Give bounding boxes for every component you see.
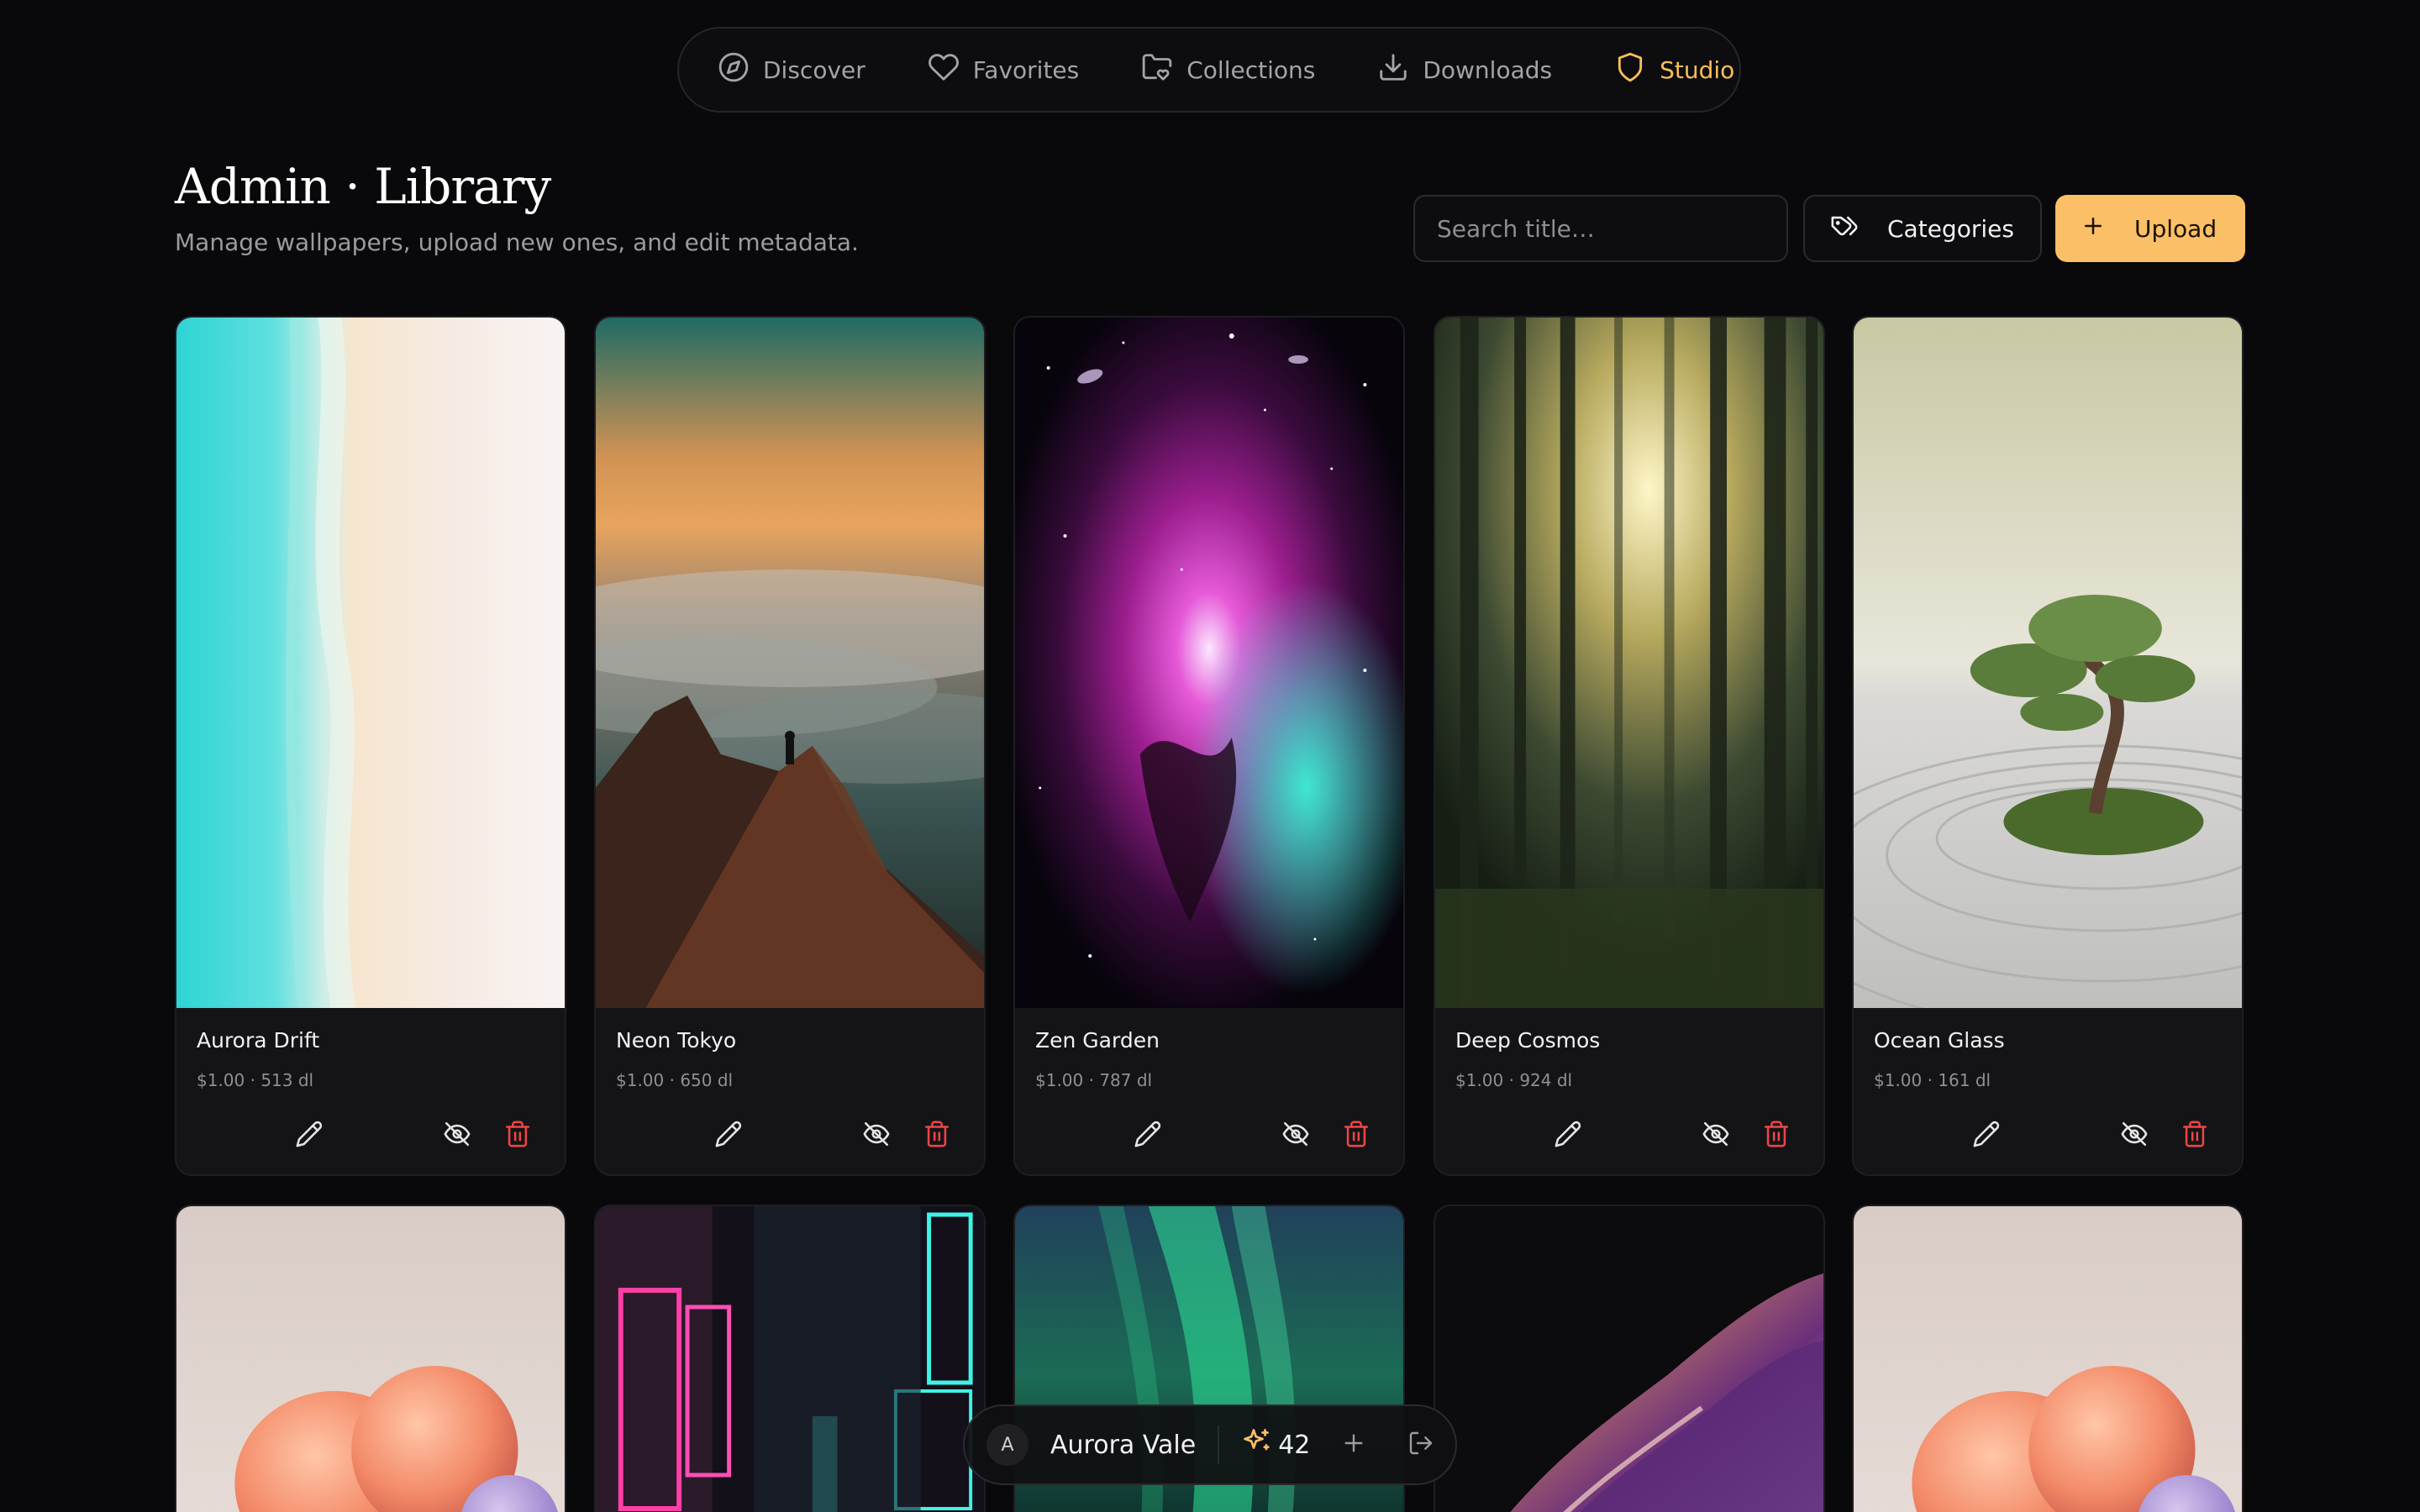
nav-label: Studio bbox=[1660, 55, 1735, 84]
download-icon bbox=[1377, 51, 1423, 89]
wallpaper-card[interactable]: Aurora Drift $1.00 · 513 dl bbox=[175, 316, 566, 1176]
plus-icon bbox=[2081, 213, 2134, 244]
upload-button[interactable]: Upload bbox=[2055, 195, 2245, 262]
wallpaper-thumbnail[interactable] bbox=[176, 318, 565, 1008]
delete-button[interactable] bbox=[1338, 1117, 1375, 1154]
edit-button[interactable] bbox=[291, 1117, 328, 1154]
credits-count: 42 bbox=[1278, 1430, 1311, 1460]
wallpaper-thumbnail[interactable] bbox=[1854, 1206, 2242, 1512]
wallpaper-thumbnail[interactable] bbox=[1435, 1206, 1823, 1512]
wallpaper-card[interactable] bbox=[1852, 1205, 2244, 1512]
eye-off-icon bbox=[2120, 1120, 2149, 1152]
logout-button[interactable] bbox=[1402, 1426, 1439, 1463]
logout-icon bbox=[1407, 1430, 1434, 1460]
hide-button[interactable] bbox=[439, 1117, 476, 1154]
edit-button[interactable] bbox=[1549, 1117, 1586, 1154]
hide-button[interactable] bbox=[858, 1117, 895, 1154]
edit-button[interactable] bbox=[1968, 1117, 2005, 1154]
folder-heart-icon bbox=[1141, 51, 1186, 89]
search-input[interactable] bbox=[1413, 195, 1788, 262]
delete-button[interactable] bbox=[2176, 1117, 2213, 1154]
user-bar: A Aurora Vale 42 bbox=[963, 1404, 1457, 1485]
wallpaper-thumbnail[interactable] bbox=[176, 1206, 565, 1512]
wallpaper-title: Deep Cosmos bbox=[1455, 1028, 1601, 1053]
trash-icon bbox=[1342, 1120, 1370, 1152]
pencil-icon bbox=[714, 1120, 743, 1152]
wallpaper-card[interactable] bbox=[1434, 1205, 1825, 1512]
pencil-icon bbox=[1972, 1120, 2001, 1152]
divider bbox=[1218, 1425, 1220, 1464]
avatar[interactable]: A bbox=[986, 1424, 1028, 1466]
eye-off-icon bbox=[862, 1120, 891, 1152]
wallpaper-thumbnail[interactable] bbox=[1015, 318, 1403, 1008]
wallpaper-meta: $1.00 · 513 dl bbox=[197, 1070, 314, 1090]
page-subtitle: Manage wallpapers, upload new ones, and … bbox=[175, 228, 859, 256]
hide-button[interactable] bbox=[1277, 1117, 1314, 1154]
edit-button[interactable] bbox=[1129, 1117, 1166, 1154]
compass-icon bbox=[718, 51, 763, 89]
top-nav: Discover Favorites Collections Downloads… bbox=[677, 27, 1741, 113]
wallpaper-meta: $1.00 · 161 dl bbox=[1874, 1070, 1991, 1090]
nav-item-discover[interactable]: Discover bbox=[718, 45, 865, 95]
wallpaper-card[interactable]: Zen Garden $1.00 · 787 dl bbox=[1013, 316, 1405, 1176]
trash-icon bbox=[1762, 1120, 1791, 1152]
sparkles-icon bbox=[1241, 1426, 1278, 1463]
delete-button[interactable] bbox=[499, 1117, 536, 1154]
eye-off-icon bbox=[1702, 1120, 1730, 1152]
plus-icon bbox=[1340, 1430, 1367, 1460]
nav-item-favorites[interactable]: Favorites bbox=[928, 45, 1079, 95]
wallpaper-card[interactable] bbox=[175, 1205, 566, 1512]
eye-off-icon bbox=[443, 1120, 471, 1152]
delete-button[interactable] bbox=[1758, 1117, 1795, 1154]
shield-icon bbox=[1614, 51, 1660, 89]
heart-icon bbox=[928, 51, 973, 89]
wallpaper-thumbnail[interactable] bbox=[1435, 318, 1823, 1008]
upload-label: Upload bbox=[2134, 214, 2217, 243]
user-name: Aurora Vale bbox=[1050, 1430, 1197, 1460]
nav-item-collections[interactable]: Collections bbox=[1141, 45, 1315, 95]
nav-label: Favorites bbox=[972, 55, 1080, 84]
delete-button[interactable] bbox=[918, 1117, 955, 1154]
wallpaper-card[interactable]: Ocean Glass $1.00 · 161 dl bbox=[1852, 316, 2244, 1176]
wallpaper-title: Zen Garden bbox=[1035, 1028, 1160, 1053]
pencil-icon bbox=[1134, 1120, 1162, 1152]
wallpaper-thumbnail[interactable] bbox=[596, 318, 984, 1008]
wallpaper-meta: $1.00 · 650 dl bbox=[616, 1070, 734, 1090]
credits-badge: 42 bbox=[1241, 1426, 1310, 1463]
edit-button[interactable] bbox=[710, 1117, 747, 1154]
tags-icon bbox=[1830, 212, 1887, 246]
nav-label: Collections bbox=[1186, 55, 1316, 84]
wallpaper-meta: $1.00 · 787 dl bbox=[1035, 1070, 1153, 1090]
wallpaper-card[interactable]: Neon Tokyo $1.00 · 650 dl bbox=[594, 316, 986, 1176]
wallpaper-thumbnail[interactable] bbox=[1854, 318, 2242, 1008]
wallpaper-card[interactable]: Deep Cosmos $1.00 · 924 dl bbox=[1434, 316, 1825, 1176]
page-title: Admin · Library bbox=[175, 158, 551, 215]
pencil-icon bbox=[295, 1120, 324, 1152]
nav-item-downloads[interactable]: Downloads bbox=[1377, 45, 1552, 95]
categories-button[interactable]: Categories bbox=[1803, 195, 2042, 262]
wallpaper-title: Aurora Drift bbox=[197, 1028, 320, 1053]
trash-icon bbox=[923, 1120, 951, 1152]
hide-button[interactable] bbox=[1697, 1117, 1734, 1154]
hide-button[interactable] bbox=[2116, 1117, 2153, 1154]
trash-icon bbox=[503, 1120, 532, 1152]
wallpaper-card[interactable] bbox=[594, 1205, 986, 1512]
wallpaper-title: Ocean Glass bbox=[1874, 1028, 2005, 1053]
add-credits-button[interactable] bbox=[1335, 1426, 1372, 1463]
wallpaper-title: Neon Tokyo bbox=[616, 1028, 737, 1053]
categories-label: Categories bbox=[1887, 214, 2014, 243]
nav-item-studio[interactable]: Studio bbox=[1614, 45, 1734, 95]
pencil-icon bbox=[1554, 1120, 1582, 1152]
trash-icon bbox=[2181, 1120, 2209, 1152]
nav-label: Discover bbox=[763, 55, 865, 84]
eye-off-icon bbox=[1281, 1120, 1310, 1152]
wallpaper-thumbnail[interactable] bbox=[596, 1206, 984, 1512]
wallpaper-meta: $1.00 · 924 dl bbox=[1455, 1070, 1573, 1090]
nav-label: Downloads bbox=[1423, 55, 1553, 84]
